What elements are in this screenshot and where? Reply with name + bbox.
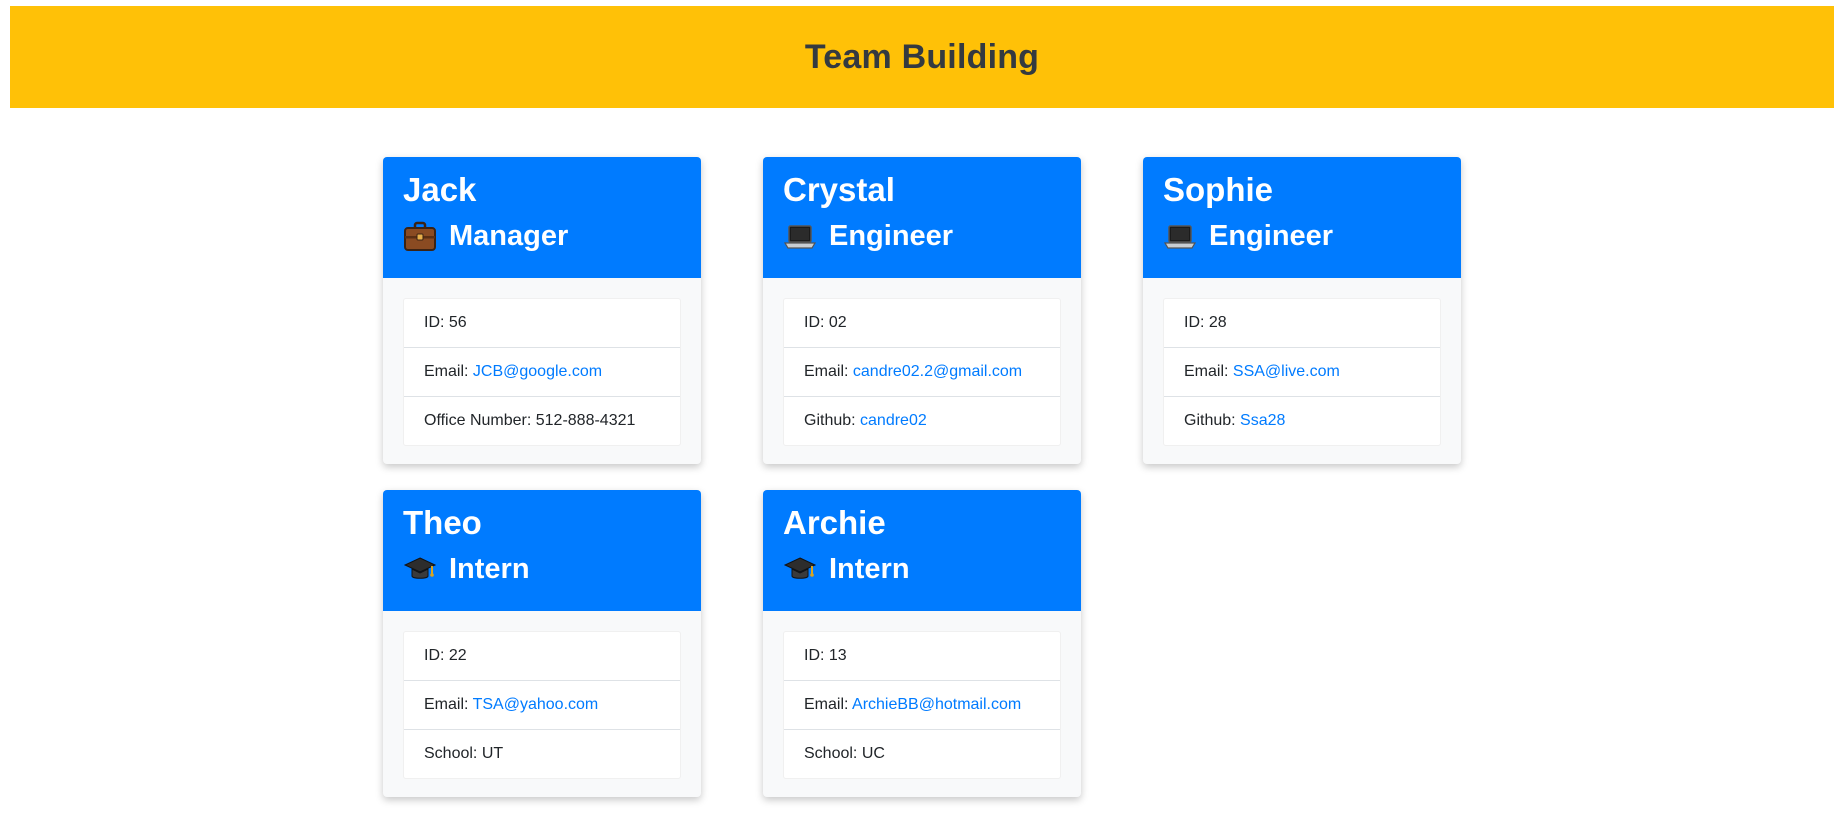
employee-id: ID: 28 bbox=[1164, 299, 1440, 348]
employee-details-list: ID: 56 Email: JCB@google.com Office Numb… bbox=[403, 298, 681, 446]
card-header: Crystal Engineer bbox=[763, 157, 1081, 278]
employee-school: School: UT bbox=[404, 730, 680, 778]
card-body: ID: 56 Email: JCB@google.com Office Numb… bbox=[383, 278, 701, 464]
employee-role-label: Engineer bbox=[1209, 220, 1334, 252]
email-link[interactable]: TSA@yahoo.com bbox=[473, 696, 599, 713]
id-value: 13 bbox=[828, 647, 847, 664]
email-label: Email: bbox=[804, 696, 853, 713]
id-label: ID: bbox=[804, 647, 829, 664]
card-body: ID: 28 Email: SSA@live.com Github: Ssa28 bbox=[1143, 278, 1461, 464]
email-link[interactable]: ArchieBB@hotmail.com bbox=[852, 696, 1021, 713]
employee-school: School: UC bbox=[784, 730, 1060, 778]
graduation-cap-icon bbox=[403, 552, 437, 586]
employee-id: ID: 02 bbox=[784, 299, 1060, 348]
employee-name: Crystal bbox=[783, 171, 895, 208]
id-value: 56 bbox=[448, 314, 467, 331]
employee-email: Email: TSA@yahoo.com bbox=[404, 681, 680, 730]
office-number-label: Office Number: bbox=[424, 412, 536, 429]
card-header: Theo Intern bbox=[383, 490, 701, 611]
school-label: School: bbox=[804, 745, 862, 762]
employee-github: Github: Ssa28 bbox=[1164, 397, 1440, 445]
page-header: Team Building bbox=[10, 6, 1834, 108]
employee-role: Intern bbox=[403, 552, 681, 586]
email-label: Email: bbox=[804, 363, 853, 380]
employee-id: ID: 56 bbox=[404, 299, 680, 348]
employee-role: Manager bbox=[403, 219, 681, 253]
employee-card-sophie: Sophie Engineer ID: 28 Email: SSA@live.c… bbox=[1143, 157, 1461, 464]
employee-id: ID: 13 bbox=[784, 632, 1060, 681]
github-label: Github: bbox=[804, 412, 861, 429]
employee-details-list: ID: 28 Email: SSA@live.com Github: Ssa28 bbox=[1163, 298, 1441, 446]
employee-role-label: Intern bbox=[829, 553, 910, 585]
employee-role: Engineer bbox=[783, 219, 1061, 253]
id-label: ID: bbox=[804, 314, 829, 331]
employee-role-label: Manager bbox=[449, 220, 569, 252]
card-body: ID: 13 Email: ArchieBB@hotmail.com Schoo… bbox=[763, 611, 1081, 797]
card-header: Sophie Engineer bbox=[1143, 157, 1461, 278]
employee-name: Theo bbox=[403, 504, 482, 541]
employee-role: Engineer bbox=[1163, 219, 1441, 253]
employee-card-archie: Archie Intern ID: 13 Email: ArchieBB@hot… bbox=[763, 490, 1081, 797]
school-value: UC bbox=[861, 745, 885, 762]
id-label: ID: bbox=[1184, 314, 1209, 331]
email-link[interactable]: candre02.2@gmail.com bbox=[853, 363, 1022, 380]
school-label: School: bbox=[424, 745, 482, 762]
employee-role-label: Engineer bbox=[829, 220, 954, 252]
employee-details-list: ID: 13 Email: ArchieBB@hotmail.com Schoo… bbox=[783, 631, 1061, 779]
employee-role-label: Intern bbox=[449, 553, 530, 585]
github-link[interactable]: Ssa28 bbox=[1240, 412, 1285, 429]
employee-email: Email: JCB@google.com bbox=[404, 348, 680, 397]
github-link[interactable]: candre02 bbox=[860, 412, 927, 429]
employee-details-list: ID: 22 Email: TSA@yahoo.com School: UT bbox=[403, 631, 681, 779]
employee-email: Email: candre02.2@gmail.com bbox=[784, 348, 1060, 397]
employee-card-theo: Theo Intern ID: 22 Email: TSA@yahoo.com … bbox=[383, 490, 701, 797]
employee-office-number: Office Number: 512-888-4321 bbox=[404, 397, 680, 445]
email-label: Email: bbox=[424, 363, 473, 380]
card-header: Archie Intern bbox=[763, 490, 1081, 611]
laptop-icon bbox=[783, 219, 817, 253]
email-link[interactable]: JCB@google.com bbox=[473, 363, 602, 380]
employee-name: Archie bbox=[783, 504, 886, 541]
employee-card-jack: Jack Manager ID: 56 Email: JCB@google.co… bbox=[383, 157, 701, 464]
page-title: Team Building bbox=[804, 37, 1040, 76]
email-link[interactable]: SSA@live.com bbox=[1233, 363, 1340, 380]
employee-email: Email: ArchieBB@hotmail.com bbox=[784, 681, 1060, 730]
email-label: Email: bbox=[1184, 363, 1233, 380]
id-value: 02 bbox=[828, 314, 847, 331]
card-body: ID: 02 Email: candre02.2@gmail.com Githu… bbox=[763, 278, 1081, 464]
email-label: Email: bbox=[424, 696, 473, 713]
employee-name: Jack bbox=[403, 171, 477, 208]
employee-github: Github: candre02 bbox=[784, 397, 1060, 445]
laptop-icon bbox=[1163, 219, 1197, 253]
employee-card-crystal: Crystal Engineer ID: 02 Email: candre02.… bbox=[763, 157, 1081, 464]
card-body: ID: 22 Email: TSA@yahoo.com School: UT bbox=[383, 611, 701, 797]
id-value: 28 bbox=[1208, 314, 1227, 331]
office-number-value: 512-888-4321 bbox=[535, 412, 636, 429]
employee-details-list: ID: 02 Email: candre02.2@gmail.com Githu… bbox=[783, 298, 1061, 446]
employee-name: Sophie bbox=[1163, 171, 1274, 208]
github-label: Github: bbox=[1184, 412, 1241, 429]
employee-role: Intern bbox=[783, 552, 1061, 586]
briefcase-icon bbox=[403, 219, 437, 253]
id-value: 22 bbox=[448, 647, 467, 664]
school-value: UT bbox=[481, 745, 504, 762]
employee-email: Email: SSA@live.com bbox=[1164, 348, 1440, 397]
card-header: Jack Manager bbox=[383, 157, 701, 278]
employee-id: ID: 22 bbox=[404, 632, 680, 681]
id-label: ID: bbox=[424, 314, 449, 331]
id-label: ID: bbox=[424, 647, 449, 664]
graduation-cap-icon bbox=[783, 552, 817, 586]
